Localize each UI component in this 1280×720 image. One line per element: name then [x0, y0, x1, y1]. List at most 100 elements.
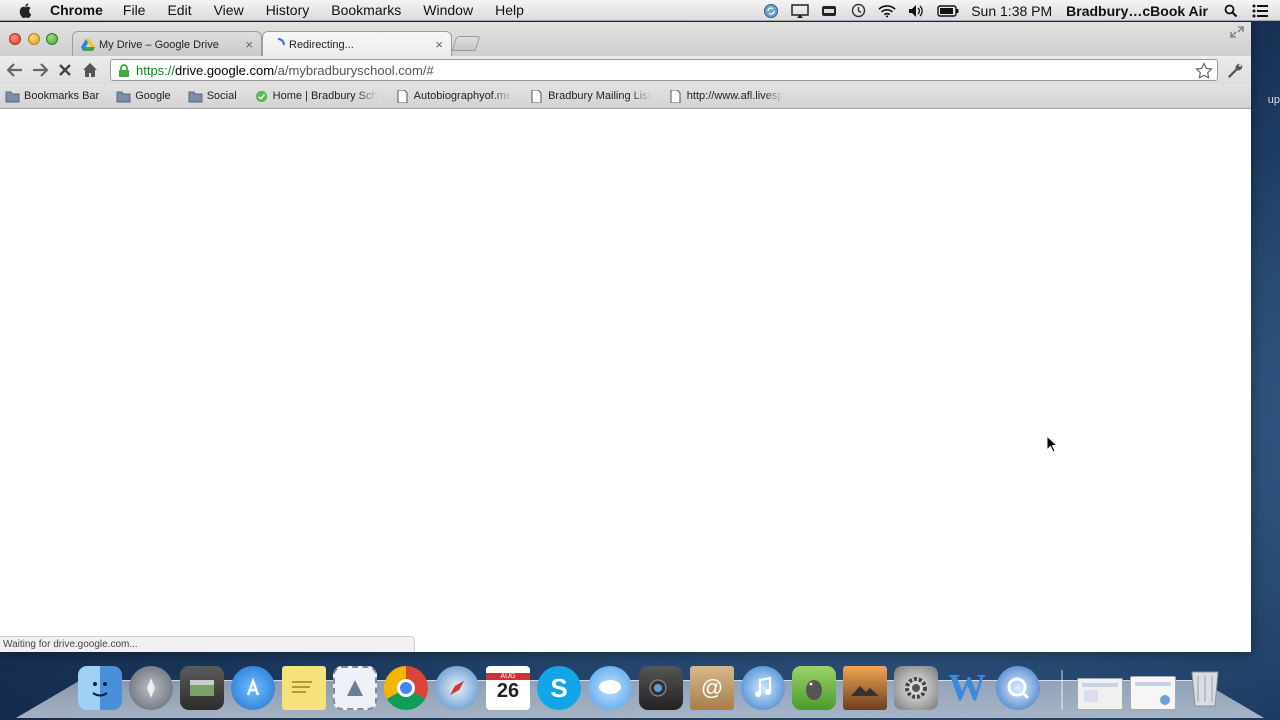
window-zoom-button[interactable] — [46, 33, 58, 45]
fullscreen-icon[interactable] — [1230, 26, 1244, 38]
window-minimize-button[interactable] — [28, 33, 40, 45]
bookmark-label: Bradbury Mailing List — [548, 90, 651, 102]
chrome-window: My Drive – Google Drive × Redirecting...… — [0, 22, 1251, 652]
finder-icon[interactable] — [78, 666, 122, 710]
loading-spinner-icon — [277, 37, 285, 45]
apple-icon[interactable] — [18, 2, 34, 18]
downloads-stack-icon[interactable] — [1077, 678, 1123, 710]
bookmark-label: http://www.afl.livesp — [686, 90, 784, 102]
calendar-icon[interactable]: AUG 26 — [486, 666, 530, 710]
time-machine-icon[interactable] — [849, 3, 867, 18]
wrench-menu-icon[interactable] — [1226, 61, 1244, 79]
dock: AUG 26 S @ W — [78, 660, 1234, 710]
page-icon — [670, 89, 681, 103]
window-close-button[interactable] — [9, 33, 21, 45]
tab-label: My Drive – Google Drive — [99, 38, 219, 51]
bookmark-autobiography[interactable]: Autobiographyof.me — [395, 89, 513, 103]
stickies-icon[interactable] — [282, 666, 326, 710]
page-content[interactable]: Waiting for drive.google.com... — [0, 110, 1251, 652]
tab-my-drive[interactable]: My Drive – Google Drive × — [72, 31, 262, 57]
menu-edit[interactable]: Edit — [167, 2, 191, 18]
tab-close-button[interactable]: × — [245, 37, 253, 52]
bookmark-home-bradbury[interactable]: Home | Bradbury Sch — [254, 90, 378, 103]
quicktime-icon[interactable] — [996, 666, 1040, 710]
bookmarks-bar: Bookmarks Bar Google Social Home | Bradb… — [0, 84, 1251, 109]
bookmark-label: Social — [206, 90, 237, 102]
menu-window[interactable]: Window — [423, 2, 473, 18]
image-capture-icon[interactable] — [180, 666, 224, 710]
bookmark-afl-livesp[interactable]: http://www.afl.livesp — [668, 89, 784, 103]
wifi-icon[interactable] — [878, 4, 896, 18]
title-bar: My Drive – Google Drive × Redirecting...… — [0, 22, 1251, 57]
tab-close-button[interactable]: × — [435, 37, 443, 52]
toolbar: https:// drive.google.com /a/mybradburys… — [0, 56, 1251, 84]
facetime-icon[interactable] — [639, 666, 683, 710]
folder-icon — [188, 91, 203, 102]
notification-center-icon[interactable] — [1251, 4, 1269, 18]
dock-separator — [1061, 670, 1063, 710]
itunes-icon[interactable] — [741, 666, 785, 710]
lock-icon — [119, 63, 129, 77]
folder-icon — [5, 91, 20, 102]
launchpad-icon[interactable] — [129, 666, 173, 710]
menu-history[interactable]: History — [266, 2, 310, 18]
bradbury-favicon-icon — [255, 90, 267, 102]
google-drive-icon — [81, 38, 95, 51]
tab-redirecting[interactable]: Redirecting... × — [262, 31, 452, 57]
mouse-cursor-icon — [1046, 435, 1058, 453]
calendar-day: 26 — [496, 680, 520, 702]
menu-view[interactable]: View — [214, 2, 244, 18]
word-icon[interactable]: W — [945, 666, 989, 710]
menu-bar: Chrome File Edit View History Bookmarks … — [0, 0, 1280, 21]
new-tab-button[interactable] — [451, 36, 481, 51]
spotlight-search-icon[interactable] — [1222, 4, 1240, 18]
trash-icon[interactable] — [1183, 666, 1227, 710]
bookmark-folder-google[interactable]: Google — [116, 90, 171, 103]
url-scheme: https:// — [136, 62, 176, 78]
tab-label: Redirecting... — [289, 38, 354, 51]
folder-icon — [116, 91, 131, 102]
address-bar[interactable]: https:// drive.google.com /a/mybradburys… — [110, 59, 1218, 81]
calendar-month: AUG — [486, 673, 530, 680]
bookmark-folder-bookmarks-bar[interactable]: Bookmarks Bar — [5, 90, 99, 103]
bookmark-folder-social[interactable]: Social — [188, 90, 237, 103]
bookmark-label: Bookmarks Bar — [24, 90, 100, 102]
chrome-icon[interactable] — [384, 666, 428, 710]
bookmark-star-icon[interactable] — [1195, 62, 1213, 80]
battery-extra-icon[interactable] — [820, 4, 838, 18]
battery-icon[interactable] — [936, 4, 960, 18]
url-path: /a/mybradburyschool.com/# — [274, 62, 434, 78]
bookmark-mailing-list[interactable]: Bradbury Mailing List — [529, 89, 651, 103]
airplay-icon[interactable] — [791, 3, 809, 18]
url-host: drive.google.com — [175, 62, 275, 78]
system-preferences-icon[interactable] — [894, 666, 938, 710]
menu-app-name[interactable]: Chrome — [50, 2, 103, 18]
home-button[interactable] — [80, 60, 100, 80]
documents-stack-icon[interactable] — [1130, 676, 1176, 710]
desktop-edge-text: up — [1267, 94, 1280, 106]
back-button[interactable] — [5, 60, 25, 80]
bookmark-label: Home | Bradbury Sch — [272, 90, 378, 102]
skype-icon[interactable]: S — [537, 666, 581, 710]
menu-bookmarks[interactable]: Bookmarks — [331, 2, 401, 18]
status-bubble: Waiting for drive.google.com... — [0, 636, 415, 652]
menu-file[interactable]: File — [123, 2, 146, 18]
menu-help[interactable]: Help — [495, 2, 524, 18]
page-icon — [531, 89, 542, 103]
app-store-icon[interactable] — [231, 666, 275, 710]
iphoto-icon[interactable] — [843, 666, 887, 710]
bookmark-label: Google — [135, 90, 171, 102]
address-book-icon[interactable]: @ — [690, 666, 734, 710]
menubar-clock[interactable]: Sun 1:38 PM — [971, 3, 1052, 19]
mail-stamp-icon[interactable] — [333, 666, 377, 710]
menubar-user[interactable]: Bradbury…cBook Air — [1066, 3, 1208, 19]
forward-button[interactable] — [30, 60, 50, 80]
bookmark-label: Autobiographyof.me — [413, 90, 513, 102]
sync-icon[interactable] — [762, 3, 780, 18]
stop-button[interactable] — [55, 60, 75, 80]
evernote-icon[interactable] — [792, 666, 836, 710]
page-icon — [397, 89, 408, 103]
volume-icon[interactable] — [907, 4, 925, 18]
safari-icon[interactable] — [435, 666, 479, 710]
messages-icon[interactable] — [588, 666, 632, 710]
